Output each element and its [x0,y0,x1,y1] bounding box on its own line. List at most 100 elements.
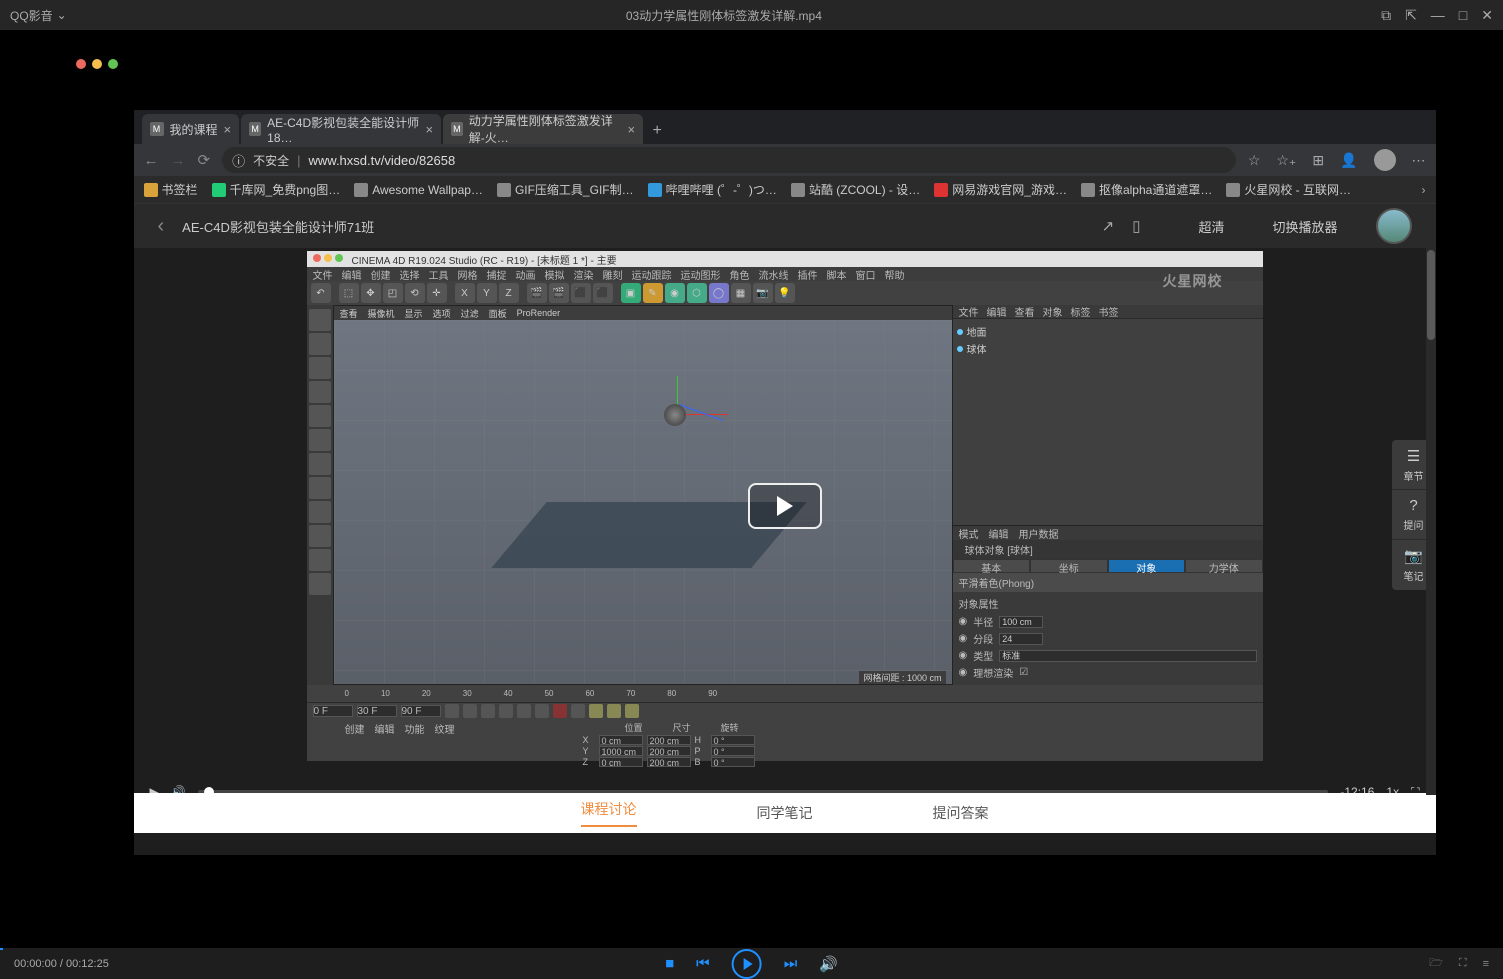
frame-current-input[interactable]: 30 F [357,705,397,717]
tool-icon[interactable] [309,381,331,403]
course-back-button[interactable]: ‹ [158,215,165,238]
tab-close-icon[interactable]: × [426,122,434,137]
attr-tab[interactable]: 编辑 [989,526,1009,541]
scroll-thumb[interactable] [1427,250,1435,340]
app-name[interactable]: QQ影音 ⌄ [10,7,67,24]
record-icon[interactable] [553,704,567,718]
to-start-icon[interactable] [445,704,459,718]
attr-tab-dynamics[interactable]: 力学体 [1185,559,1263,573]
close-button[interactable]: ✕ [1481,7,1493,24]
qq-progress-line[interactable] [0,948,3,950]
tab-discuss[interactable]: 课程讨论 [581,799,637,827]
checkbox-icon[interactable]: ☑ [1019,667,1028,678]
bookmark-item[interactable]: 哔哩哔哩 (゜-゜)つ… [648,181,777,198]
menu-item[interactable]: 角色 [730,267,750,282]
menu-item[interactable]: 渲染 [574,267,594,282]
attr-tab-coord[interactable]: 坐标 [1030,559,1108,573]
deformer-icon[interactable]: ◯ [709,283,729,303]
key-pos-icon[interactable] [589,704,603,718]
radius-input[interactable] [999,616,1043,628]
rp-tab[interactable]: 书签 [1099,304,1119,319]
axis-z-icon[interactable]: Z [499,283,519,303]
qq-menu-button[interactable]: ≡ [1483,958,1489,970]
menu-item[interactable]: 帮助 [885,267,905,282]
tab-answers[interactable]: 提问答案 [933,803,989,823]
tool-icon[interactable]: ⬛ [593,283,613,303]
qq-next-button[interactable]: ⏭ [784,955,798,972]
maximize-button[interactable]: □ [1459,7,1467,23]
camera-icon[interactable]: 📷 [753,283,773,303]
url-field[interactable]: ⓘ 不安全 | www.hxsd.tv/video/82658 [222,147,1236,173]
collections-icon[interactable]: ⊞ [1312,152,1324,169]
bookmark-item[interactable]: 书签栏 [144,181,198,198]
segments-input[interactable] [999,633,1043,645]
pos-y-input[interactable]: 1000 cm [599,746,643,756]
browser-tab-active[interactable]: M动力学属性刚体标签激发详解-火…× [443,114,643,144]
menu-item[interactable]: 雕刻 [603,267,623,282]
rp-tab[interactable]: 编辑 [987,304,1007,319]
array-icon[interactable]: ⬡ [687,283,707,303]
qq-stop-button[interactable]: ■ [665,955,674,972]
rot-p-input[interactable]: 0 ° [711,746,755,756]
rot-b-input[interactable]: 0 ° [711,757,755,767]
frame-start-input[interactable]: 0 F [313,705,353,717]
menu-item[interactable]: 编辑 [342,267,362,282]
menu-item[interactable]: 窗口 [856,267,876,282]
tool-icon[interactable] [309,333,331,355]
qq-play-button[interactable] [732,949,762,979]
profile-icon[interactable]: 👤 [1340,152,1357,169]
rotate-tool-icon[interactable]: ⟲ [405,283,425,303]
rp-tab[interactable]: 文件 [959,304,979,319]
vp-menu-item[interactable]: 选项 [433,307,451,320]
key-rot-icon[interactable] [625,704,639,718]
rp-tab[interactable]: 查看 [1015,304,1035,319]
next-key-icon[interactable] [517,704,531,718]
menu-item[interactable]: 模拟 [545,267,565,282]
vp-menu-item[interactable]: 过滤 [461,307,479,320]
mobile-icon[interactable]: ▯ [1132,217,1140,235]
key-scale-icon[interactable] [607,704,621,718]
tool-icon[interactable] [309,501,331,523]
attr-tab-object[interactable]: 对象 [1108,559,1186,573]
attr-tab[interactable]: 用户数据 [1019,526,1059,541]
play-icon[interactable] [499,704,513,718]
menu-item[interactable]: 网格 [458,267,478,282]
minimize-button[interactable]: — [1431,7,1445,23]
qq-prev-button[interactable]: ⏮ [696,955,710,972]
panel-tab[interactable]: 功能 [405,721,425,759]
browser-tab[interactable]: MAE-C4D影视包装全能设计师18…× [241,114,441,144]
size-y-input[interactable]: 200 cm [647,746,691,756]
object-row[interactable]: 球体 [957,340,1259,357]
bookmark-item[interactable]: GIF压缩工具_GIF制… [497,181,634,198]
tool-icon[interactable]: ✛ [427,283,447,303]
prev-key-icon[interactable] [463,704,477,718]
floor-icon[interactable]: ▦ [731,283,751,303]
bookmark-item[interactable]: 火星网校 - 互联网… [1226,181,1351,198]
nav-refresh-button[interactable]: ⟳ [198,151,211,169]
render-settings-icon[interactable]: 🎬 [549,283,569,303]
menu-item[interactable]: 工具 [429,267,449,282]
tool-icon[interactable] [309,525,331,547]
menu-item[interactable]: 创建 [371,267,391,282]
vp-menu-item[interactable]: 摄像机 [368,307,395,320]
tool-icon[interactable] [309,405,331,427]
menu-item[interactable]: 选择 [400,267,420,282]
vp-menu-item[interactable]: 面板 [489,307,507,320]
nurbs-icon[interactable]: ◉ [665,283,685,303]
pip-icon[interactable]: ⧉ [1381,7,1391,24]
timeline[interactable]: 0 10 20 30 40 50 60 70 80 90 [307,685,1263,703]
tool-icon[interactable]: ⬛ [571,283,591,303]
vp-menu-item[interactable]: 显示 [405,307,423,320]
menu-icon[interactable]: ⋯ [1412,152,1426,169]
tool-icon[interactable] [309,429,331,451]
autokey-icon[interactable] [571,704,585,718]
size-z-input[interactable]: 200 cm [647,757,691,767]
spline-icon[interactable]: ✎ [643,283,663,303]
menu-item[interactable]: 运动图形 [681,267,721,282]
star-icon[interactable]: ☆ [1248,152,1261,169]
rot-h-input[interactable]: 0 ° [711,735,755,745]
tool-icon[interactable] [309,477,331,499]
nav-back-button[interactable]: ← [144,152,159,169]
attr-tab[interactable]: 模式 [959,526,979,541]
attr-tab-basic[interactable]: 基本 [953,559,1031,573]
